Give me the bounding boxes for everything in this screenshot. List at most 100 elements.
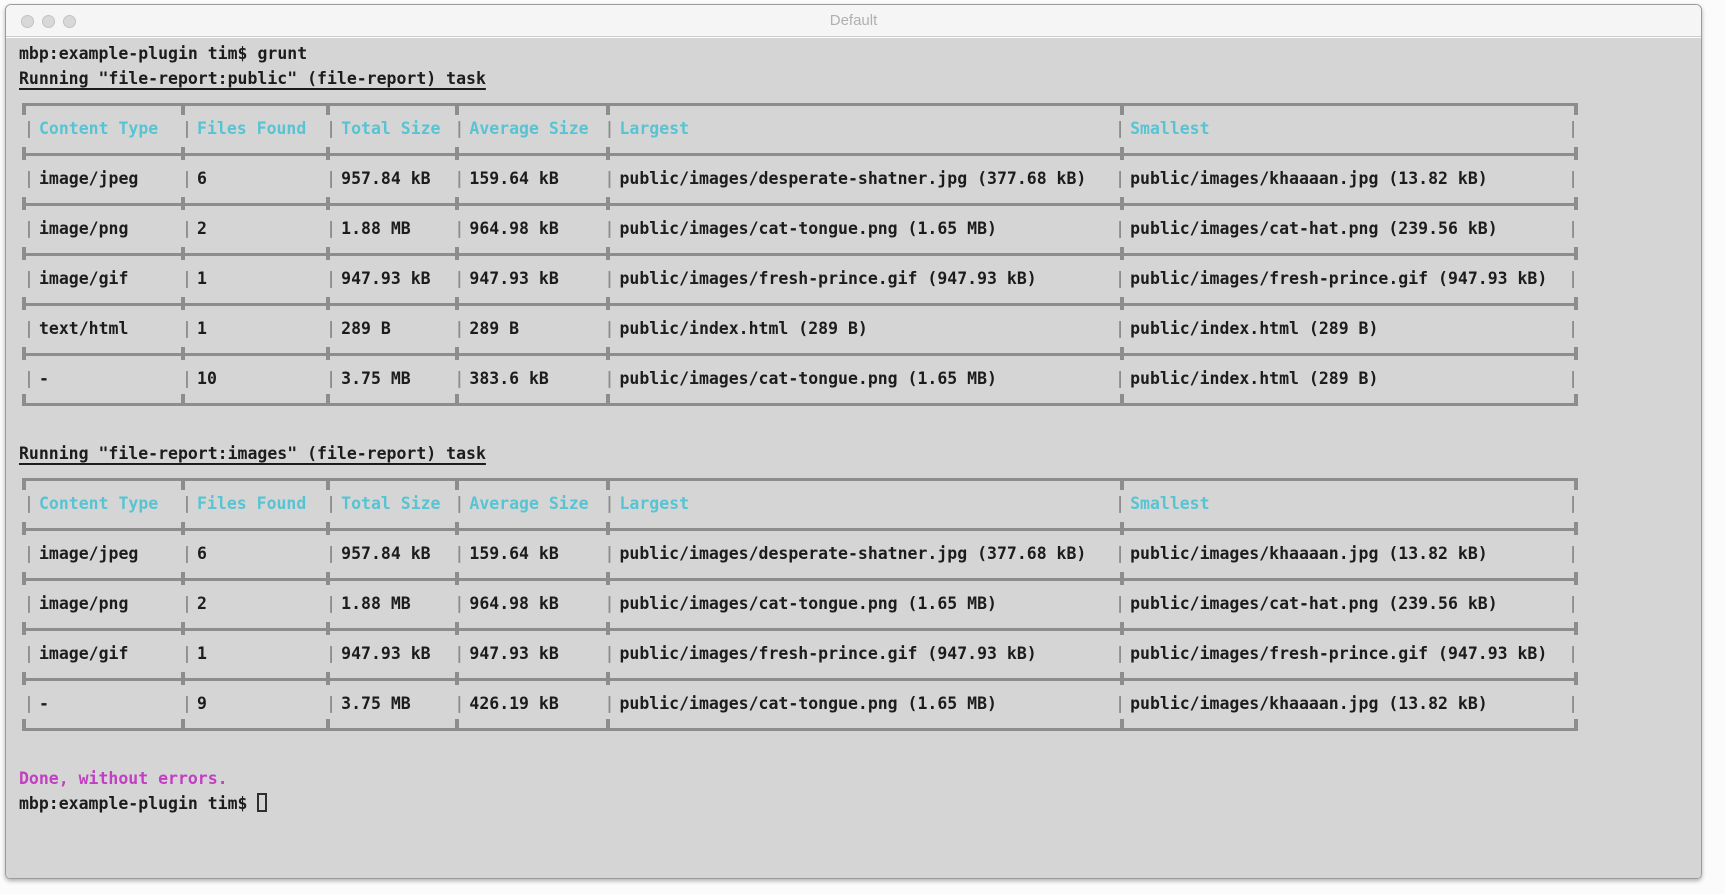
table-grid-line [22, 241, 1578, 266]
column-header: Files Found [180, 491, 324, 516]
table-cell: 3.75 MB [324, 366, 452, 391]
table-cell: public/images/khaaaan.jpg (13.82 kB) [1113, 166, 1568, 191]
table-cell: 1 [180, 266, 324, 291]
done-line: Done, without errors. [19, 766, 1701, 791]
table-grid-line [22, 616, 1578, 641]
traffic-light-buttons [21, 5, 76, 37]
terminal-cursor [257, 793, 267, 812]
shell-command-line: mbp:example-plugin tim$ grunt [19, 41, 1701, 66]
table-row: - 10 3.75 MB 383.6 kB public/images/cat-… [22, 366, 1578, 391]
table-cell: public/images/khaaaan.jpg (13.82 kB) [1113, 541, 1568, 566]
table-cell: public/images/fresh-prince.gif (947.93 k… [1113, 641, 1568, 666]
table-cell: 964.98 kB [452, 591, 602, 616]
table-cell: image/jpeg [22, 541, 180, 566]
column-header: Total Size [324, 116, 452, 141]
table-row: text/html 1 289 B 289 B public/index.htm… [22, 316, 1578, 341]
table-cell: image/gif [22, 266, 180, 291]
table-cell: image/png [22, 216, 180, 241]
table-grid-line [22, 341, 1578, 366]
file-report-table-images: Content Type Files Found Total Size Aver… [22, 466, 1578, 741]
column-header: Content Type [22, 491, 180, 516]
table-cell: public/images/desperate-shatner.jpg (377… [602, 541, 1113, 566]
table-cell: public/images/cat-tongue.png (1.65 MB) [602, 591, 1113, 616]
table-row: image/jpeg 6 957.84 kB 159.64 kB public/… [22, 166, 1578, 191]
table-grid-line [22, 291, 1578, 316]
table-cell: public/images/cat-tongue.png (1.65 MB) [602, 366, 1113, 391]
column-header: Largest [602, 491, 1113, 516]
table-cell: 426.19 kB [452, 691, 602, 716]
table-row: image/png 2 1.88 MB 964.98 kB public/ima… [22, 216, 1578, 241]
table-cell: public/images/cat-tongue.png (1.65 MB) [602, 216, 1113, 241]
window-titlebar[interactable]: Default [6, 5, 1701, 37]
table-grid-line [22, 141, 1578, 166]
table-grid-line [22, 516, 1578, 541]
minimize-button[interactable] [42, 15, 55, 28]
table-cell: public/images/fresh-prince.gif (947.93 k… [602, 266, 1113, 291]
table-cell: 947.93 kB [324, 266, 452, 291]
table-cell: public/images/cat-hat.png (239.56 kB) [1113, 216, 1568, 241]
table-row: image/png 2 1.88 MB 964.98 kB public/ima… [22, 591, 1578, 616]
table-cell: 957.84 kB [324, 541, 452, 566]
table-cell: 947.93 kB [452, 266, 602, 291]
shell-command: grunt [257, 44, 307, 63]
blank-line [19, 416, 1701, 441]
table-grid-line [22, 91, 1578, 116]
table-cell: image/gif [22, 641, 180, 666]
shell-prompt: mbp:example-plugin tim$ [19, 794, 247, 813]
task-heading-line: Running "file-report:images" (file-repor… [19, 441, 1701, 466]
table-row: - 9 3.75 MB 426.19 kB public/images/cat-… [22, 691, 1578, 716]
table-grid-line [22, 391, 1578, 416]
table-header-row: Content Type Files Found Total Size Aver… [22, 116, 1578, 141]
table-cell: 159.64 kB [452, 166, 602, 191]
table-cell: 6 [180, 541, 324, 566]
table-cell: 10 [180, 366, 324, 391]
column-header: Smallest [1113, 491, 1568, 516]
table-cell: 289 B [324, 316, 452, 341]
table-cell: 383.6 kB [452, 366, 602, 391]
table-cell: text/html [22, 316, 180, 341]
column-header: Files Found [180, 116, 324, 141]
task-heading: Running "file-report:public" (file-repor… [19, 69, 486, 88]
column-header: Smallest [1113, 116, 1568, 141]
close-button[interactable] [21, 15, 34, 28]
table-cell: 947.93 kB [452, 641, 602, 666]
table-cell: 947.93 kB [324, 641, 452, 666]
terminal-screen[interactable]: mbp:example-plugin tim$ grunt Running "fi… [6, 38, 1701, 878]
blank-line [19, 741, 1701, 766]
task-heading: Running "file-report:images" (file-repor… [19, 444, 486, 463]
column-header: Average Size [452, 491, 602, 516]
table-cell: public/images/desperate-shatner.jpg (377… [602, 166, 1113, 191]
table-header-row: Content Type Files Found Total Size Aver… [22, 491, 1578, 516]
table-cell: 9 [180, 691, 324, 716]
table-grid-line [22, 716, 1578, 741]
table-cell: 289 B [452, 316, 602, 341]
task-heading-line: Running "file-report:public" (file-repor… [19, 66, 1701, 91]
table-cell: 1.88 MB [324, 216, 452, 241]
table-row: image/gif 1 947.93 kB 947.93 kB public/i… [22, 641, 1578, 666]
shell-prompt-line: mbp:example-plugin tim$ [19, 791, 1701, 816]
terminal-window: Default mbp:example-plugin tim$ grunt Run… [5, 4, 1702, 879]
table-cell: 159.64 kB [452, 541, 602, 566]
table-cell: public/images/cat-tongue.png (1.65 MB) [602, 691, 1113, 716]
table-cell: 964.98 kB [452, 216, 602, 241]
table-cell: - [22, 691, 180, 716]
file-report-table-public: Content Type Files Found Total Size Aver… [22, 91, 1578, 416]
column-header: Largest [602, 116, 1113, 141]
table-cell: public/index.html (289 B) [1113, 316, 1568, 341]
table-row: image/gif 1 947.93 kB 947.93 kB public/i… [22, 266, 1578, 291]
table-grid-line [22, 191, 1578, 216]
table-cell: 3.75 MB [324, 691, 452, 716]
zoom-button[interactable] [63, 15, 76, 28]
shell-prompt: mbp:example-plugin tim$ [19, 44, 247, 63]
table-cell: public/images/khaaaan.jpg (13.82 kB) [1113, 691, 1568, 716]
table-cell: 2 [180, 591, 324, 616]
table-cell: 1.88 MB [324, 591, 452, 616]
table-cell: image/jpeg [22, 166, 180, 191]
table-cell: 1 [180, 641, 324, 666]
table-grid-line [22, 666, 1578, 691]
table-cell: public/index.html (289 B) [1113, 366, 1568, 391]
desktop-background: Default mbp:example-plugin tim$ grunt Run… [0, 0, 1725, 894]
table-cell: public/index.html (289 B) [602, 316, 1113, 341]
table-cell: 957.84 kB [324, 166, 452, 191]
table-cell: public/images/fresh-prince.gif (947.93 k… [602, 641, 1113, 666]
